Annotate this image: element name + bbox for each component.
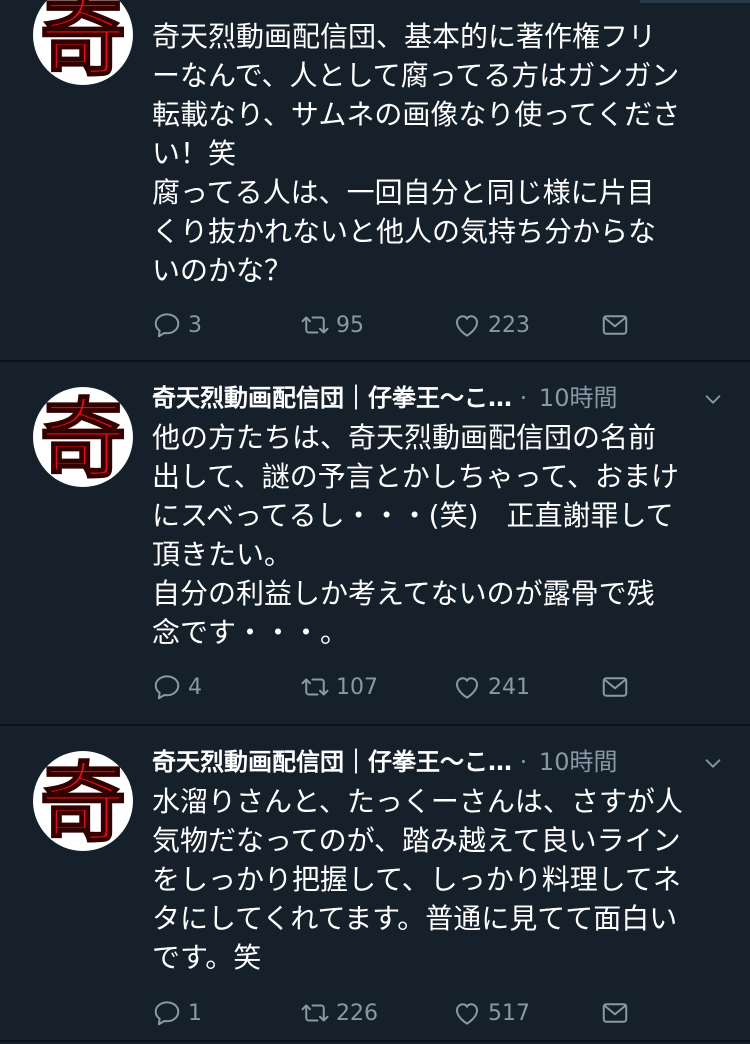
tweet-actions: 1 226 517 — [152, 993, 672, 1033]
retweet-icon — [301, 1004, 329, 1022]
reply-count: 3 — [188, 312, 202, 338]
like-count: 241 — [488, 674, 530, 700]
tweet-line: 頂きたい。 — [152, 538, 293, 571]
share-icon — [602, 1003, 628, 1023]
avatar-logo-icon: 奇 — [39, 0, 127, 85]
tweet-line: 出して、謎の予言とかしちゃって、おまけ — [152, 460, 679, 493]
tweet-actions: 4 107 241 — [152, 667, 672, 707]
share-icon — [602, 315, 628, 335]
tweet-line: ーなんで、人として腐ってる方はガンガン — [152, 59, 680, 92]
tweet[interactable]: 奇 奇天烈動画配信団｜仔拳王〜こ… · 10時間 他の方たちは、奇天烈動画配信団… — [0, 362, 750, 724]
avatar-logo-icon: 奇 — [39, 752, 127, 851]
reply-count: 1 — [188, 1000, 202, 1026]
tweet-actions: 3 95 223 — [152, 305, 672, 345]
reply-button[interactable]: 1 — [152, 993, 202, 1033]
like-count: 223 — [488, 312, 530, 338]
author-name[interactable]: 奇天烈動画配信団｜仔拳王〜こ… — [152, 384, 512, 412]
avatar[interactable]: 奇 — [33, 0, 133, 85]
tweet-line: にスベってるし・・・(笑) 正直謝罪して — [152, 499, 674, 532]
svg-text:奇: 奇 — [40, 753, 126, 851]
timestamp[interactable]: 10時間 — [539, 748, 618, 776]
reply-button[interactable]: 3 — [152, 305, 202, 345]
tweet-line: くり抜かれないと他人の気持ち分からな — [152, 215, 657, 248]
share-button[interactable] — [600, 305, 636, 345]
like-button[interactable]: 241 — [452, 667, 530, 707]
separator-dot: · — [519, 748, 528, 776]
like-button[interactable]: 223 — [452, 305, 530, 345]
svg-text:奇: 奇 — [40, 389, 126, 487]
svg-text:奇: 奇 — [40, 0, 126, 85]
separator-dot: · — [519, 384, 528, 412]
share-icon — [602, 677, 628, 697]
tweet-line: タにしてくれてます。普通に見てて面白い — [152, 902, 678, 935]
reply-icon — [154, 675, 180, 700]
tweet-text: 奇天烈動画配信団、基本的に著作権フリ ーなんで、人として腐ってる方はガンガン 転… — [152, 17, 727, 290]
reply-button[interactable]: 4 — [152, 667, 202, 707]
reply-icon — [154, 313, 180, 338]
reply-count: 4 — [188, 674, 202, 700]
tweet-line: 転載なり、サムネの画像なり使ってくださ — [152, 98, 681, 131]
tweet-line: い！笑 — [152, 137, 237, 170]
share-button[interactable] — [600, 993, 636, 1033]
tweet-divider — [0, 1040, 750, 1042]
avatar[interactable]: 奇 — [33, 751, 133, 851]
tweet-line: 気物だなってのが、踏み越えて良いライン — [152, 824, 681, 857]
reply-icon — [154, 1001, 180, 1026]
retweet-icon — [301, 678, 329, 696]
heart-icon — [456, 677, 478, 699]
tweet[interactable]: 奇 奇天烈動画配信団｜仔拳王〜こ… · 10時間 水溜りさんと、たっくーさんは、… — [0, 726, 750, 1044]
tweet-line: 自分の利益しか考えてないのが露骨で残 — [152, 577, 655, 610]
retweet-button[interactable]: 107 — [300, 667, 378, 707]
heart-icon — [456, 1003, 478, 1025]
retweet-icon — [301, 316, 329, 334]
tweet-text: 水溜りさんと、たっくーさんは、さすが人 気物だなってのが、踏み越えて良いライン … — [152, 782, 727, 977]
like-count: 517 — [488, 1000, 530, 1026]
tweet-header: 奇天烈動画配信団｜仔拳王〜こ… · 10時間 — [152, 380, 732, 416]
tweet-line: 腐ってる人は、一回自分と同じ様に片目 — [152, 176, 655, 209]
author-name[interactable]: 奇天烈動画配信団｜仔拳王〜こ… — [152, 748, 512, 776]
retweet-count: 107 — [336, 674, 378, 700]
like-button[interactable]: 517 — [452, 993, 530, 1033]
tweet[interactable]: 奇 奇天烈動画配信団、基本的に著作権フリ ーなんで、人として腐ってる方はガンガン… — [0, 0, 750, 360]
avatar-logo-icon: 奇 — [39, 388, 127, 487]
tweet-line: 他の方たちは、奇天烈動画配信団の名前 — [152, 421, 657, 454]
tweet-line: 奇天烈動画配信団、基本的に著作権フリ — [152, 20, 657, 53]
chevron-down-icon[interactable] — [702, 388, 724, 410]
tweet-text: 他の方たちは、奇天烈動画配信団の名前 出して、謎の予言とかしちゃって、おまけ に… — [152, 418, 727, 652]
tweet-line: をしっかり把握して、しっかり料理してネ — [152, 863, 681, 896]
tweet-line: 水溜りさんと、たっくーさんは、さすが人 — [152, 785, 683, 818]
tweet-line: いのかな？ — [152, 254, 293, 287]
heart-icon — [456, 315, 478, 337]
retweet-count: 226 — [336, 1000, 378, 1026]
share-button[interactable] — [600, 667, 636, 707]
retweet-count: 95 — [336, 312, 364, 338]
tweet-header: 奇天烈動画配信団｜仔拳王〜こ… · 10時間 — [152, 744, 732, 780]
chevron-down-icon[interactable] — [702, 752, 724, 774]
tweet-line: 念です・・・。 — [152, 616, 349, 649]
timestamp[interactable]: 10時間 — [539, 384, 618, 412]
retweet-button[interactable]: 95 — [300, 305, 364, 345]
avatar[interactable]: 奇 — [33, 387, 133, 487]
tweet-line: です。笑 — [152, 941, 262, 974]
retweet-button[interactable]: 226 — [300, 993, 378, 1033]
